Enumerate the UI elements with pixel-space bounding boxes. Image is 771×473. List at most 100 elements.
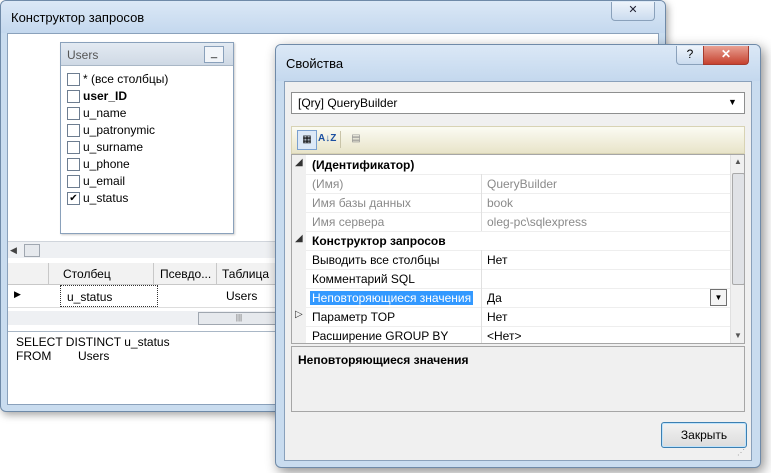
property-row[interactable]: Имя базы данных book [292, 193, 730, 213]
close-icon[interactable]: ✕ [611, 2, 655, 21]
object-select[interactable]: [Qry] QueryBuilder ▼ [291, 92, 745, 114]
property-value[interactable]: Да [487, 291, 502, 305]
property-pages-icon[interactable]: ▤ [347, 130, 365, 148]
row-margin [292, 193, 306, 212]
header-column[interactable]: Столбец [63, 267, 111, 281]
column-divider [216, 263, 217, 284]
collapse-icon[interactable]: ◢ [295, 157, 303, 168]
property-value[interactable]: book [487, 196, 513, 210]
field-item[interactable]: u_patronymic [67, 122, 227, 139]
property-value[interactable]: <Нет> [487, 329, 521, 343]
scroll-thumb[interactable] [732, 173, 744, 285]
property-category[interactable]: ◢ (Идентификатор) [292, 155, 730, 175]
header-table[interactable]: Таблица [222, 267, 269, 281]
field-item[interactable]: u_name [67, 105, 227, 122]
categorized-icon[interactable]: ▦ [297, 130, 317, 150]
field-label: u_phone [83, 157, 130, 171]
toolbar-separator [340, 131, 341, 148]
checkbox-icon[interactable] [67, 175, 80, 188]
header-alias[interactable]: Псевдо... [160, 267, 211, 281]
property-row[interactable]: Комментарий SQL [292, 269, 730, 289]
sql-line: SELECT DISTINCT u_status [16, 335, 170, 349]
field-label: u_patronymic [83, 123, 156, 137]
checkbox-icon[interactable] [67, 124, 80, 137]
property-name: Параметр TOP [312, 310, 396, 324]
scroll-up-icon[interactable]: ▲ [734, 157, 742, 166]
field-item[interactable]: u_phone [67, 156, 227, 173]
close-icon[interactable]: ✕ [703, 46, 749, 65]
column-divider[interactable] [481, 269, 482, 288]
property-name: Расширение GROUP BY [312, 329, 449, 343]
property-value[interactable]: Нет [487, 253, 507, 267]
field-item[interactable]: u_surname [67, 139, 227, 156]
checkbox-icon[interactable] [67, 90, 80, 103]
scroll-down-icon[interactable]: ▼ [734, 331, 742, 340]
column-divider[interactable] [481, 193, 482, 212]
table-box-header[interactable]: Users _ [61, 43, 233, 66]
column-divider[interactable] [481, 250, 482, 269]
collapse-icon[interactable]: ◢ [295, 233, 303, 244]
property-name: Конструктор запросов [312, 234, 446, 248]
column-divider [153, 263, 154, 284]
checkbox-checked-icon[interactable]: ✔ [67, 192, 80, 205]
column-divider[interactable] [481, 174, 482, 193]
row-indicator-icon: ▶ [14, 289, 21, 299]
dialog-title: Свойства [286, 56, 344, 71]
property-row[interactable]: Неповторяющиеся значения Да ▼ [292, 288, 730, 308]
property-name: Комментарий SQL [312, 272, 415, 286]
object-select-value: [Qry] QueryBuilder [298, 96, 398, 110]
query-builder-titlebar[interactable]: Конструктор запросов ✕ [1, 1, 665, 33]
property-row[interactable]: (Имя) QueryBuilder [292, 174, 730, 194]
row-margin: ▷ [292, 307, 306, 326]
property-name: Выводить все столбцы [312, 253, 440, 267]
table-box-users[interactable]: Users _ * (все столбцы) user_ID u_name u_pa… [60, 42, 234, 234]
field-item[interactable]: u_email [67, 173, 227, 190]
field-item[interactable]: user_ID [67, 88, 227, 105]
expand-icon[interactable]: ▷ [295, 309, 303, 320]
scroll-thumb[interactable] [24, 244, 40, 257]
row-margin [292, 250, 306, 269]
description-pane: Неповторяющиеся значения [291, 346, 745, 412]
column-divider[interactable] [481, 307, 482, 326]
property-scrollbar[interactable]: ▲ ▼ [730, 155, 744, 343]
table-name: Users [67, 48, 99, 62]
property-category[interactable]: ◢ Конструктор запросов [292, 231, 730, 251]
property-row[interactable]: Расширение GROUP BY <Нет> [292, 326, 730, 343]
row-margin: ◢ [292, 231, 306, 250]
column-divider[interactable] [481, 326, 482, 343]
scroll-left-icon[interactable]: ◀ [10, 245, 17, 256]
row-margin [292, 212, 306, 231]
grid-scroll-thumb[interactable]: ||| [198, 312, 280, 325]
field-label: u_status [83, 191, 129, 205]
resize-grip-icon[interactable]: ⋰ [737, 448, 745, 457]
property-value[interactable]: QueryBuilder [487, 177, 557, 191]
column-divider[interactable] [481, 212, 482, 231]
property-name: Имя сервера [312, 215, 385, 229]
property-name: (Идентификатор) [312, 158, 415, 172]
property-value[interactable]: oleg-pc\sqlexpress [487, 215, 587, 229]
column-divider[interactable] [481, 288, 482, 307]
property-value[interactable]: Нет [487, 310, 507, 324]
row-margin [292, 326, 306, 343]
checkbox-icon[interactable] [67, 107, 80, 120]
close-button[interactable]: Закрыть [661, 422, 747, 448]
checkbox-icon[interactable] [67, 73, 80, 86]
cell-column[interactable]: u_status [60, 285, 158, 307]
minimize-icon[interactable]: _ [204, 46, 224, 63]
field-item[interactable]: ✔ u_status [67, 190, 227, 207]
field-item[interactable]: * (все столбцы) [67, 71, 227, 88]
properties-dialog: Свойства ? ✕ [Qry] QueryBuilder ▼ ▦ A↓Z … [275, 44, 761, 468]
sort-alphabetical-icon[interactable]: A↓Z [318, 130, 336, 148]
property-name: (Имя) [312, 177, 344, 191]
property-row[interactable]: Имя сервера oleg-pc\sqlexpress [292, 212, 730, 232]
column-divider [48, 263, 49, 284]
window-title: Конструктор запросов [11, 10, 145, 25]
dropdown-arrow-icon[interactable]: ▼ [710, 289, 727, 306]
cell-table-value[interactable]: Users [226, 289, 257, 303]
help-icon[interactable]: ? [676, 46, 704, 65]
checkbox-icon[interactable] [67, 158, 80, 171]
checkbox-icon[interactable] [67, 141, 80, 154]
property-row[interactable]: Выводить все столбцы Нет [292, 250, 730, 270]
properties-titlebar[interactable]: Свойства ? ✕ [276, 45, 760, 81]
property-row[interactable]: ▷ Параметр TOP Нет [292, 307, 730, 327]
